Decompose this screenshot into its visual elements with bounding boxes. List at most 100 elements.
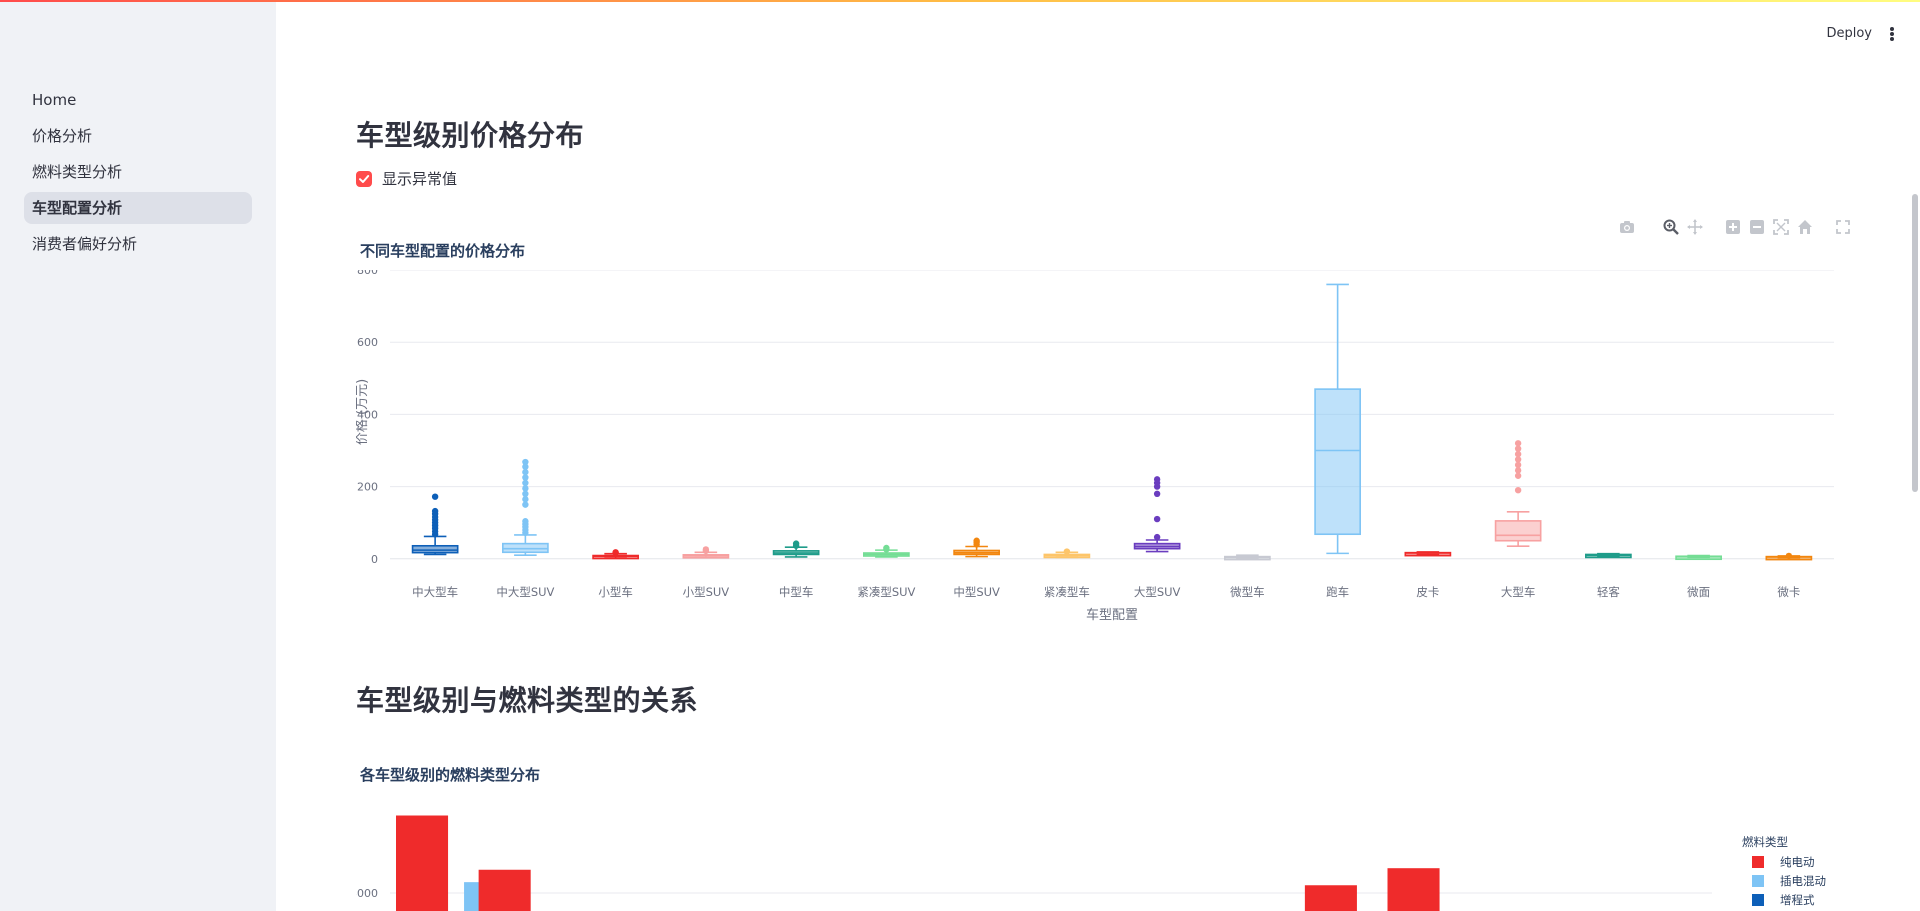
sidebar-item-fuel-type-analysis[interactable]: 燃料类型分析	[24, 156, 252, 188]
box-plot-item	[772, 540, 820, 558]
outlier-point	[973, 537, 980, 544]
sidebar-item-model-config-analysis[interactable]: 车型配置分析	[24, 192, 252, 224]
y-tick-label: 800	[357, 270, 378, 277]
x-tick-label: 紧凑型SUV	[857, 585, 915, 599]
y-tick-label: 200	[357, 481, 378, 494]
main-content: 车型级别价格分布 显示异常值 不同车型配置的价格分布 0 200 400 600…	[356, 0, 1850, 911]
box-plot-item	[411, 493, 459, 556]
box-chart-title: 不同车型配置的价格分布	[360, 242, 526, 260]
x-tick-label: 中大型SUV	[496, 585, 554, 599]
zoom-in-icon[interactable]	[1724, 218, 1742, 236]
legend-title: 燃料类型	[1742, 835, 1788, 849]
x-tick-label: 中型SUV	[953, 585, 1000, 599]
box-plot-item	[1224, 554, 1271, 561]
sidebar-item-home[interactable]: Home	[24, 84, 252, 116]
chart-modebar	[1618, 218, 1852, 236]
legend-entry: 插电混动	[1780, 874, 1826, 888]
outlier-point	[1514, 486, 1522, 494]
box-plot-item	[1675, 554, 1722, 561]
page-scrollbar[interactable]	[1910, 0, 1920, 911]
reset-axes-icon[interactable]	[1796, 218, 1814, 236]
x-tick-label: 中大型车	[412, 585, 458, 599]
legend-swatch	[1752, 894, 1764, 906]
bar	[478, 869, 531, 911]
box-iqr	[411, 544, 459, 554]
box-chart[interactable]: 0200400600800价格 (万元)中大型车 中大型SUV 小型车 小型SUV 中型…	[356, 270, 1836, 660]
sidebar-item-price-analysis[interactable]: 价格分析	[24, 120, 252, 152]
x-tick-label: 微面	[1687, 585, 1710, 599]
camera-icon[interactable]	[1618, 218, 1636, 236]
bar	[1304, 885, 1357, 911]
x-tick-label: 大型车	[1501, 585, 1536, 599]
sidebar-nav: Home 价格分析 燃料类型分析 车型配置分析 消费者偏好分析	[24, 84, 252, 264]
bar	[396, 815, 449, 911]
box-iqr	[1494, 520, 1542, 542]
legend-entry: 增程式	[1780, 893, 1815, 907]
box-plot-item	[502, 458, 549, 556]
sidebar: Home 价格分析 燃料类型分析 车型配置分析 消费者偏好分析	[0, 0, 276, 911]
header-actions: Deploy	[1826, 26, 1894, 41]
x-tick-label: 紧凑型车	[1044, 585, 1090, 599]
x-tick-label: 中型车	[779, 585, 814, 599]
outlier-point	[883, 544, 890, 552]
x-axis-label: 车型配置	[1086, 607, 1138, 623]
outlier-point	[702, 546, 710, 553]
app-top-decoration	[0, 0, 1920, 2]
outlier-point	[1153, 515, 1161, 523]
box-plot-item	[682, 546, 730, 559]
outlier-point	[431, 493, 439, 500]
outlier-point	[1063, 548, 1071, 555]
outlier-point	[1514, 440, 1522, 447]
box-plot-item	[1043, 548, 1091, 559]
x-tick-label: 小型车	[598, 585, 633, 599]
x-tick-label: 小型SUV	[683, 585, 730, 599]
show-outliers-label: 显示异常值	[382, 170, 458, 188]
outlier-point	[792, 540, 800, 547]
y-tick-label: 0	[371, 553, 378, 566]
outlier-point	[612, 549, 619, 556]
box-plot-item	[1314, 283, 1361, 555]
zoom-out-icon[interactable]	[1748, 218, 1766, 236]
outlier-point	[1153, 476, 1161, 483]
outlier-point	[522, 458, 529, 466]
x-tick-label: 皮卡	[1416, 585, 1439, 599]
x-tick-label: 微卡	[1777, 585, 1800, 599]
section-title-fuel-type-relation: 车型级别与燃料类型的关系	[356, 684, 699, 717]
legend-swatch	[1752, 875, 1764, 887]
outlier-point	[1153, 490, 1161, 498]
box-plot-item	[1765, 552, 1813, 561]
box-plot-item	[1585, 552, 1632, 559]
page-scrollbar-thumb[interactable]	[1912, 194, 1918, 492]
outlier-point	[431, 507, 439, 515]
outlier-point	[1785, 552, 1793, 560]
x-tick-label: 大型SUV	[1134, 585, 1181, 599]
x-tick-label: 微型车	[1230, 585, 1265, 599]
autoscale-icon[interactable]	[1772, 218, 1790, 236]
box-plot-item	[953, 537, 1000, 558]
bar-chart[interactable]: 3000 燃料类型纯电动插电混动增程式	[356, 780, 1836, 911]
y-tick-label: 600	[357, 336, 378, 349]
x-tick-label: 轻客	[1597, 585, 1620, 599]
box-plot-item	[1133, 476, 1181, 553]
section-title-price-distribution: 车型级别价格分布	[356, 119, 585, 152]
bar	[1387, 868, 1440, 911]
zoom-icon[interactable]	[1662, 218, 1680, 236]
box-iqr	[1314, 388, 1361, 536]
show-outliers-checkbox[interactable]: 显示异常值	[356, 168, 457, 189]
box-plot-item	[863, 544, 910, 558]
y-tick-label: 3000	[356, 887, 378, 900]
fullscreen-icon[interactable]	[1834, 218, 1852, 236]
outlier-point	[522, 518, 529, 525]
outlier-point	[1153, 533, 1161, 541]
checkbox-checked-icon[interactable]	[356, 170, 372, 187]
box-plot-item	[1494, 440, 1542, 547]
sidebar-item-consumer-preference-analysis[interactable]: 消费者偏好分析	[24, 228, 252, 260]
x-tick-label: 跑车	[1326, 585, 1349, 599]
pan-icon[interactable]	[1686, 218, 1704, 236]
y-axis-label: 价格 (万元)	[356, 379, 370, 445]
legend-entry: 纯电动	[1780, 855, 1815, 869]
legend-swatch	[1752, 856, 1764, 868]
box-plot-item	[1404, 551, 1452, 557]
more-vertical-icon[interactable]	[1890, 26, 1894, 41]
box-plot-item	[592, 549, 639, 560]
